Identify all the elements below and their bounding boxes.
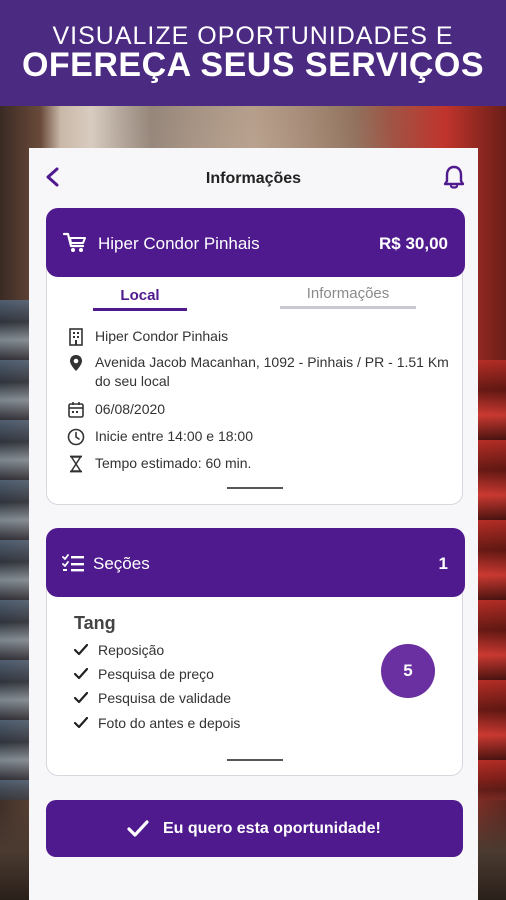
- detail-place-text: Hiper Condor Pinhais: [95, 328, 229, 344]
- shopping-cart-icon: [62, 232, 86, 252]
- calendar-icon: [68, 402, 84, 418]
- clock-icon: [67, 428, 85, 446]
- check-icon: [74, 692, 88, 704]
- sections-card-header[interactable]: Seções 1: [46, 528, 465, 597]
- detail-date-text: 06/08/2020: [95, 401, 166, 417]
- checklist-icon: [62, 554, 84, 572]
- section-item-label: Foto do antes e depois: [98, 715, 241, 731]
- app-header: Informações: [29, 148, 478, 204]
- section-item-label: Reposição: [98, 642, 165, 658]
- section-item-label: Pesquisa de validade: [98, 690, 232, 706]
- check-icon: [74, 717, 88, 729]
- section-group-name: Tang: [74, 613, 116, 633]
- detail-address: Avenida Jacob Macanhan, 1092 - Pinhais /…: [67, 353, 457, 393]
- page-title: Informações: [205, 170, 302, 187]
- app-screen: Informações Hiper Condor Pinhais R$ 30,0…: [29, 148, 478, 900]
- sections-count: 1: [438, 554, 448, 573]
- hourglass-icon: [70, 455, 82, 473]
- location-pin-icon: [70, 355, 82, 371]
- detail-duration: Tempo estimado: 60 min.: [67, 454, 457, 474]
- check-icon: [74, 644, 88, 656]
- detail-address-text: Avenida Jacob Macanhan, 1092 - Pinhais /…: [95, 354, 449, 389]
- sections-card: Seções 1 Tang Reposição Pesquisa de preç…: [46, 528, 465, 776]
- job-card: Hiper Condor Pinhais R$ 30,00 Local Info…: [46, 208, 465, 505]
- job-price: R$ 30,00: [379, 234, 448, 253]
- check-icon: [74, 668, 88, 680]
- job-card-header: Hiper Condor Pinhais R$ 30,00: [46, 208, 465, 277]
- detail-date: 06/08/2020: [67, 400, 457, 420]
- tab-local[interactable]: Local: [93, 287, 187, 311]
- check-icon: [127, 820, 149, 837]
- collapse-handle[interactable]: [226, 487, 283, 489]
- detail-time-text: Inicie entre 14:00 e 18:00: [95, 428, 254, 444]
- banner-line-2: OFEREÇA SEUS SERVIÇOS: [21, 46, 485, 84]
- sections-title: Seções: [93, 554, 150, 573]
- promo-banner: VISUALIZE OPORTUNIDADES E OFEREÇA SEUS S…: [0, 0, 506, 106]
- detail-place: Hiper Condor Pinhais: [67, 327, 457, 347]
- detail-duration-text: Tempo estimado: 60 min.: [95, 455, 252, 471]
- tab-informacoes[interactable]: Informações: [280, 285, 416, 309]
- detail-time: Inicie entre 14:00 e 18:00: [67, 427, 457, 447]
- accept-opportunity-label: Eu quero esta oportunidade!: [163, 820, 381, 837]
- section-item-label: Pesquisa de preço: [98, 666, 214, 682]
- task-count-badge: 5: [381, 644, 435, 698]
- store-name: Hiper Condor Pinhais: [98, 234, 260, 253]
- accept-opportunity-button[interactable]: Eu quero esta oportunidade!: [46, 800, 463, 857]
- collapse-handle[interactable]: [226, 759, 283, 761]
- building-icon: [69, 328, 83, 346]
- bell-icon[interactable]: [442, 164, 466, 190]
